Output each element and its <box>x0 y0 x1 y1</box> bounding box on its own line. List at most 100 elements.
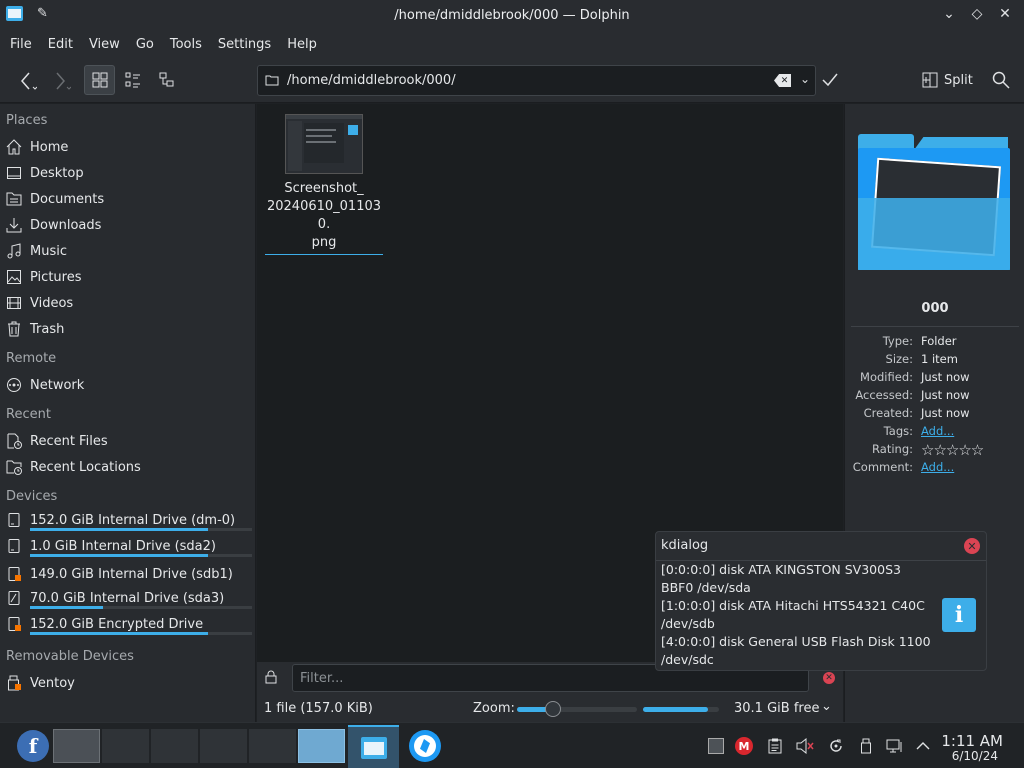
chevron-up-icon[interactable] <box>913 736 933 756</box>
split-button[interactable]: Split <box>922 65 973 95</box>
icons-view-button[interactable] <box>84 65 115 95</box>
compact-view-icon <box>125 72 140 88</box>
network-icon <box>6 377 22 393</box>
file-name[interactable]: Screenshot_ 20240610_011030. png <box>265 180 383 255</box>
sidebar-item-network[interactable]: Network <box>0 372 256 398</box>
status-file-count: 1 file (157.0 KiB) <box>264 701 373 716</box>
file-thumbnail <box>285 114 363 174</box>
sidebar-item-recent-locations[interactable]: Recent Locations <box>0 454 256 480</box>
title-bar: ✎ /home/dmiddlebrook/000 — Dolphin ⌄ ◇ ✕ <box>0 0 1024 30</box>
clear-location-icon[interactable]: ✕ <box>774 74 791 87</box>
dolphin-task-button[interactable] <box>348 725 399 768</box>
window-title: /home/dmiddlebrook/000 — Dolphin <box>394 7 630 23</box>
maximize-button[interactable]: ◇ <box>970 4 984 24</box>
menu-tools[interactable]: Tools <box>162 37 210 52</box>
clock-date[interactable]: 6/10/24 <box>952 749 998 763</box>
zoom-slider-handle[interactable] <box>545 701 561 717</box>
sidebar-item-desktop[interactable]: Desktop <box>0 160 256 186</box>
clipboard-tray-icon[interactable] <box>765 736 785 756</box>
locked-drive-icon <box>6 566 22 582</box>
close-filter-icon[interactable]: ✕ <box>823 672 835 684</box>
drive-icon <box>6 512 22 528</box>
remote-section-title: Remote <box>6 351 57 366</box>
add-comment-link[interactable]: Add... <box>921 460 954 478</box>
kdialog-notification[interactable]: kdialog ✕ [0:0:0:0] disk ATA KINGSTON SV… <box>655 531 987 671</box>
notification-title: kdialog <box>661 538 709 553</box>
sidebar-item-documents[interactable]: Documents <box>0 186 256 212</box>
updates-tray-icon[interactable] <box>826 736 846 756</box>
menu-view[interactable]: View <box>81 37 128 52</box>
location-path[interactable]: /home/dmiddlebrook/000/ <box>287 73 456 88</box>
rating-stars[interactable]: ☆☆☆☆☆ <box>921 442 984 460</box>
close-notification-icon[interactable]: ✕ <box>964 538 980 554</box>
sidebar-item-home[interactable]: Home <box>0 134 256 160</box>
info-row-comment: Comment: Add... <box>845 460 1024 478</box>
search-button[interactable] <box>988 65 1014 95</box>
fedora-launcher-icon[interactable]: f <box>17 730 49 762</box>
capacity-bar-sda3 <box>30 606 252 609</box>
location-bar[interactable]: /home/dmiddlebrook/000/ ✕ ⌄ <box>257 65 816 96</box>
free-space-text[interactable]: 30.1 GiB free <box>734 701 819 716</box>
usb-tray-icon[interactable] <box>856 736 876 756</box>
back-button[interactable] <box>12 66 42 96</box>
confirm-location-button[interactable] <box>818 65 842 95</box>
virtual-desktop-6[interactable] <box>298 729 345 763</box>
notification-line: BBF0 /dev/sda <box>661 580 751 595</box>
chevron-down-icon[interactable]: ⌄ <box>800 72 810 86</box>
notification-line: [1:0:0:0] disk ATA Hitachi HTS54321 C40C <box>661 598 925 613</box>
details-view-icon <box>159 72 174 87</box>
details-view-button[interactable] <box>152 65 182 95</box>
muted-volume-icon[interactable] <box>795 736 815 756</box>
pictures-icon <box>6 269 22 285</box>
virtual-desktop-5[interactable] <box>249 729 296 763</box>
clock-time[interactable]: 1:11 AM <box>941 732 1003 750</box>
folder-preview <box>858 134 1011 270</box>
compact-view-button[interactable] <box>118 65 148 95</box>
dolphin-app-icon[interactable] <box>6 6 23 21</box>
lock-icon[interactable] <box>265 670 277 688</box>
menu-help[interactable]: Help <box>279 37 325 52</box>
virtual-desktop-2[interactable] <box>102 729 149 763</box>
notification-line: [0:0:0:0] disk ATA KINGSTON SV300S3 <box>661 562 901 577</box>
pin-icon[interactable]: ✎ <box>37 6 48 21</box>
sidebar-item-downloads[interactable]: Downloads <box>0 212 256 238</box>
sidebar-item-ventoy[interactable]: Ventoy <box>0 670 256 696</box>
network-tray-icon[interactable] <box>885 736 905 756</box>
close-button[interactable]: ✕ <box>998 4 1012 24</box>
file-item[interactable]: Screenshot_ 20240610_011030. png <box>265 114 383 255</box>
forward-button[interactable] <box>46 66 76 96</box>
screenshot-tray-icon[interactable] <box>706 736 726 756</box>
recent-locations-icon <box>6 459 22 475</box>
home-icon <box>6 139 22 155</box>
sidebar-item-pictures[interactable]: Pictures <box>0 264 256 290</box>
info-row-size: Size: 1 item <box>885 352 958 366</box>
sidebar-item-trash[interactable]: Trash <box>0 316 256 342</box>
info-row-type: Type: Folder <box>882 334 957 348</box>
minimize-button[interactable]: ⌄ <box>942 4 956 24</box>
sidebar-item-videos[interactable]: Videos <box>0 290 256 316</box>
sidebar-item-drive-sdb1[interactable]: 149.0 GiB Internal Drive (sdb1) <box>0 562 256 586</box>
dolphin-task-icon <box>360 737 387 759</box>
menu-settings[interactable]: Settings <box>210 37 279 52</box>
kdialog-task-icon[interactable] <box>409 730 441 762</box>
notification-line: /dev/sdb <box>661 616 715 631</box>
sidebar-item-recent-files[interactable]: Recent Files <box>0 428 256 454</box>
forward-arrow-icon <box>56 72 71 90</box>
menu-edit[interactable]: Edit <box>40 37 81 52</box>
downloads-icon <box>6 217 22 233</box>
drive-icon <box>6 590 22 606</box>
sidebar-item-music[interactable]: Music <box>0 238 256 264</box>
menu-file[interactable]: File <box>2 37 40 52</box>
virtual-desktop-4[interactable] <box>200 729 247 763</box>
info-row-created: Created: Just now <box>863 406 970 420</box>
virtual-desktop-3[interactable] <box>151 729 198 763</box>
zoom-slider[interactable] <box>517 701 637 717</box>
mega-tray-icon[interactable]: M <box>734 736 754 756</box>
add-tags-link[interactable]: Add... <box>921 424 954 442</box>
chevron-down-icon[interactable]: ⌄ <box>821 699 832 714</box>
menu-bar: File Edit View Go Tools Settings Help <box>0 30 1024 58</box>
virtual-desktop-1[interactable] <box>53 729 100 763</box>
menu-go[interactable]: Go <box>128 37 162 52</box>
info-row-accessed: Accessed: Just now <box>855 388 970 402</box>
info-row-tags: Tags: Add... <box>845 424 1024 442</box>
